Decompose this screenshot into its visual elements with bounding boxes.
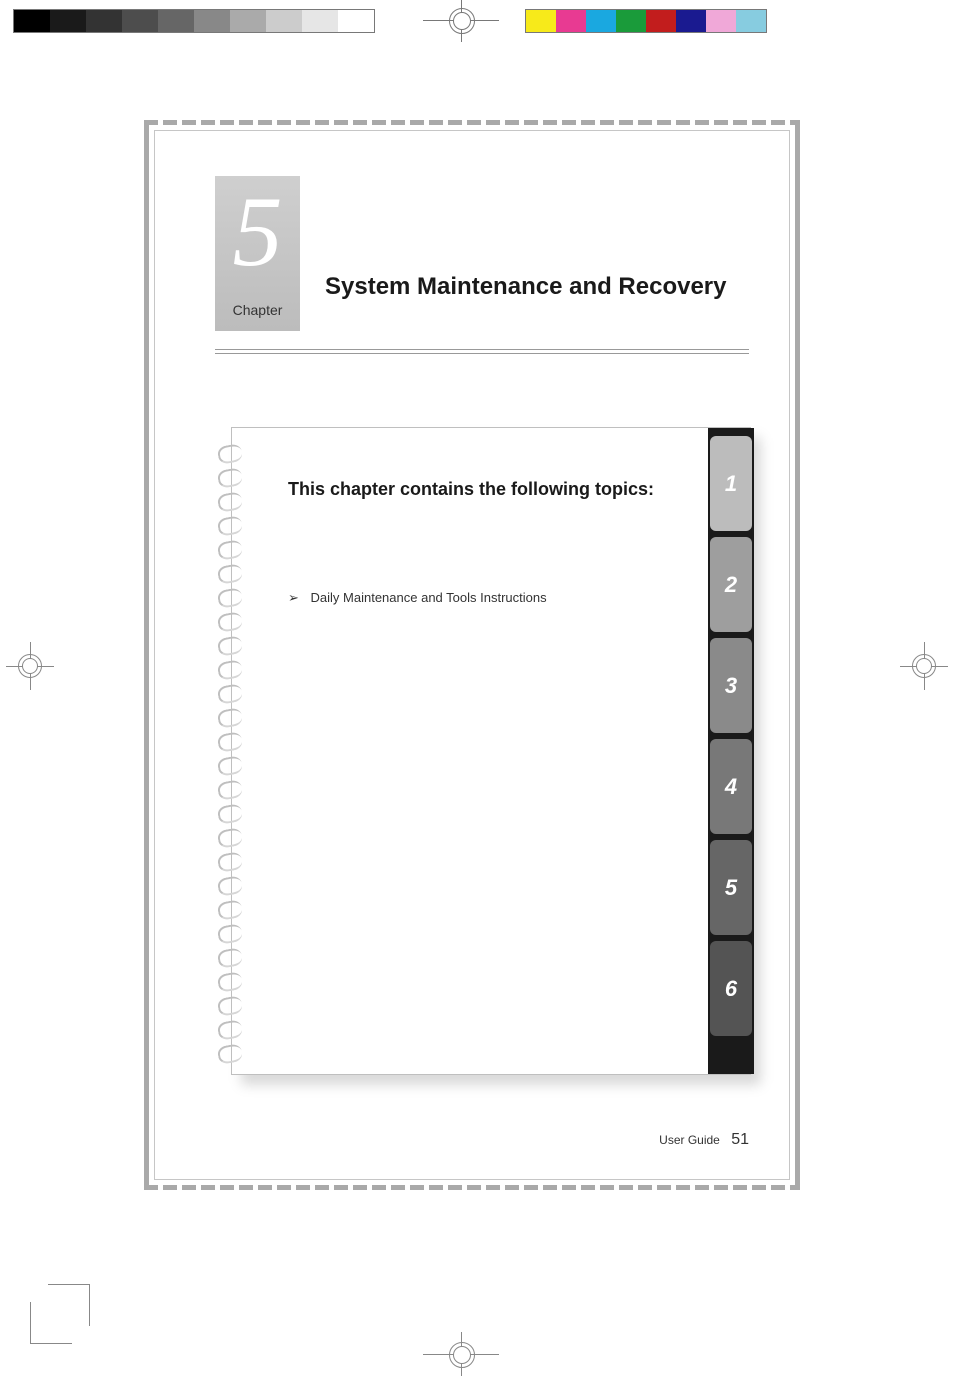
spiral-ring (216, 586, 246, 610)
bullet-arrow-icon: ➢ (288, 590, 299, 606)
spiral-ring (216, 802, 246, 826)
gray-ramp (13, 9, 375, 33)
page-trim-frame: 5 Chapter System Maintenance and Recover… (144, 120, 800, 1190)
spiral-ring (216, 514, 246, 538)
spiral-ring (216, 490, 246, 514)
topic-item: ➢ Daily Maintenance and Tools Instructio… (288, 590, 680, 606)
spiral-ring (216, 1018, 246, 1042)
spiral-binding (216, 442, 246, 1066)
spiral-ring (216, 682, 246, 706)
chapter-block: 5 Chapter (215, 176, 300, 331)
section-tab-1: 1 (710, 436, 752, 531)
spiral-ring (216, 874, 246, 898)
heading-double-rule (215, 349, 749, 350)
spiral-ring (216, 610, 246, 634)
spiral-ring (216, 826, 246, 850)
spiral-ring (216, 706, 246, 730)
spiral-ring (216, 442, 246, 466)
registration-target-bottom (443, 1336, 479, 1372)
topics-notebook: This chapter contains the following topi… (231, 427, 751, 1075)
registration-target-right (906, 648, 942, 684)
chapter-number: 5 (215, 176, 300, 282)
spiral-ring (216, 922, 246, 946)
spiral-ring (216, 898, 246, 922)
section-tab-5: 5 (710, 840, 752, 935)
spiral-ring (216, 970, 246, 994)
side-tabs: 123456 (708, 428, 754, 1074)
spiral-ring (216, 730, 246, 754)
chapter-label: Chapter (215, 302, 300, 318)
spiral-ring (216, 562, 246, 586)
spiral-ring (216, 946, 246, 970)
spiral-ring (216, 1042, 246, 1066)
topics-heading: This chapter contains the following topi… (288, 476, 680, 503)
chapter-title: System Maintenance and Recovery (325, 271, 749, 303)
page-footer: User Guide 51 (659, 1131, 749, 1149)
spiral-ring (216, 850, 246, 874)
registration-target-left (12, 648, 48, 684)
section-tab-4: 4 (710, 739, 752, 834)
spiral-ring (216, 778, 246, 802)
section-tab-6: 6 (710, 941, 752, 1036)
footer-label: User Guide (659, 1133, 720, 1147)
section-tab-2: 2 (710, 537, 752, 632)
page-inner: 5 Chapter System Maintenance and Recover… (154, 130, 790, 1180)
spiral-ring (216, 538, 246, 562)
registration-target-top (443, 2, 479, 38)
crop-marks-bottom-left (30, 1284, 90, 1344)
page-number: 51 (731, 1131, 749, 1148)
spiral-ring (216, 754, 246, 778)
spiral-ring (216, 634, 246, 658)
spiral-ring (216, 466, 246, 490)
spiral-ring (216, 658, 246, 682)
color-swatches (525, 9, 767, 33)
topic-item-label: Daily Maintenance and Tools Instructions (311, 590, 547, 605)
spiral-ring (216, 994, 246, 1018)
section-tab-3: 3 (710, 638, 752, 733)
